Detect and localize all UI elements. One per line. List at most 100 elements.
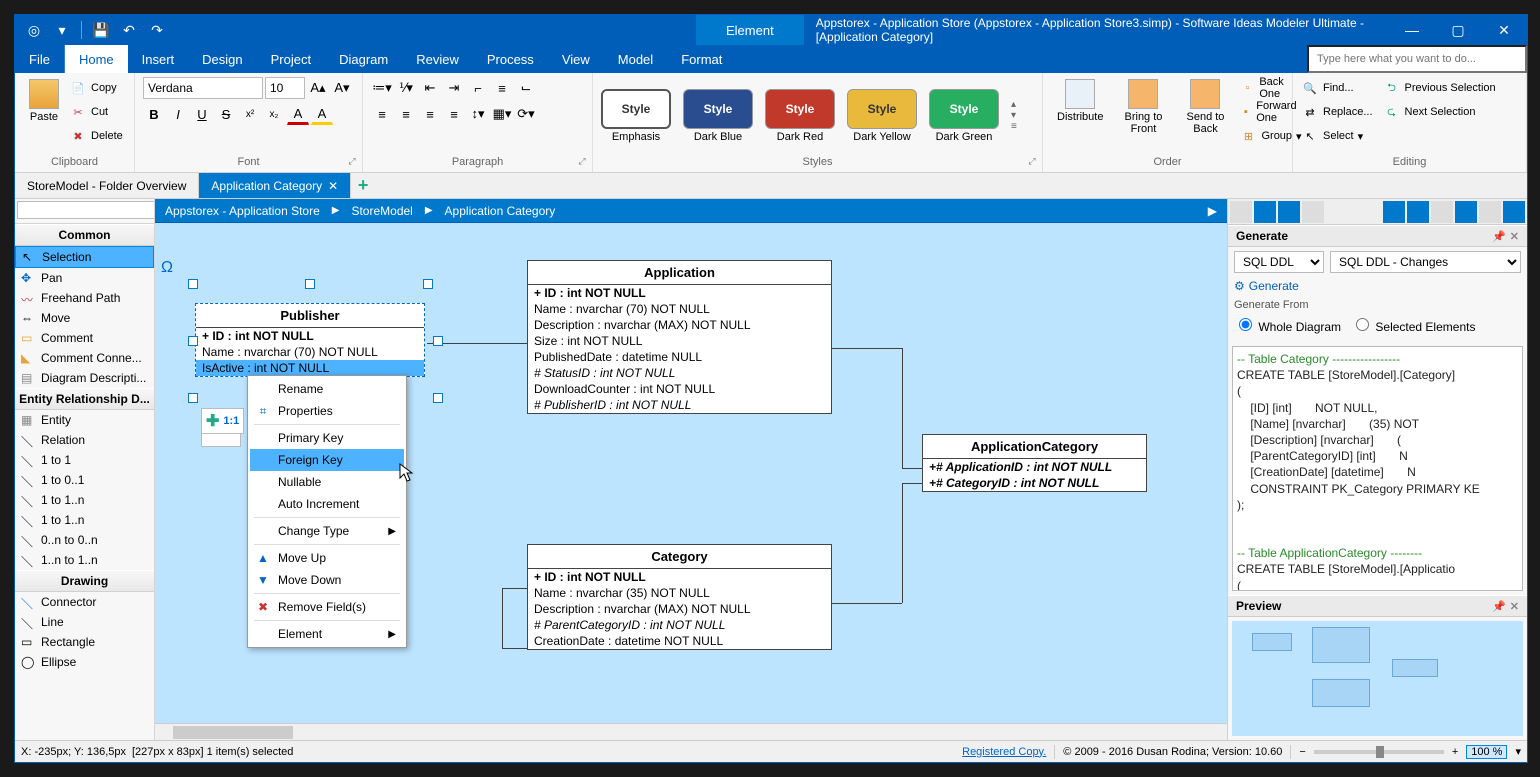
- prev-selection-button[interactable]: ⮌Previous Selection: [1383, 77, 1496, 99]
- entity-row[interactable]: + ID : int NOT NULL: [528, 285, 831, 301]
- tool-1nto1n[interactable]: ＼1..n to 1..n: [15, 550, 154, 570]
- entity-applicationcategory[interactable]: ApplicationCategory +# ApplicationID : i…: [922, 434, 1147, 492]
- ctx-primary-key[interactable]: Primary Key: [250, 427, 404, 449]
- tool-rectangle[interactable]: ▭Rectangle: [15, 632, 154, 652]
- tab-view[interactable]: View: [548, 45, 604, 73]
- indent-button[interactable]: ⇥: [443, 77, 465, 99]
- side-btn-2[interactable]: [1254, 201, 1276, 223]
- decrease-font-button[interactable]: A▾: [331, 77, 353, 99]
- text-direction-button[interactable]: ⟳▾: [515, 103, 537, 125]
- tab-process[interactable]: Process: [473, 45, 548, 73]
- style-dark-blue[interactable]: Style: [683, 89, 753, 129]
- paste-button[interactable]: Paste: [23, 77, 65, 125]
- tool-diagram-desc[interactable]: ▤Diagram Descripti...: [15, 368, 154, 388]
- tool-line[interactable]: ＼Line: [15, 612, 154, 632]
- bullets-button[interactable]: ≔▾: [371, 77, 393, 99]
- align-left-button[interactable]: ≡: [371, 103, 393, 125]
- cut-button[interactable]: ✂Cut: [69, 101, 123, 123]
- tab-design[interactable]: Design: [188, 45, 256, 73]
- tool-comment-connector[interactable]: ◣Comment Conne...: [15, 348, 154, 368]
- tab-project[interactable]: Project: [257, 45, 325, 73]
- generate-button[interactable]: ⚙Generate: [1234, 277, 1521, 295]
- line-spacing-button[interactable]: ↕▾: [467, 103, 489, 125]
- numbering-button[interactable]: ⅟▾: [395, 77, 417, 99]
- tool-selection[interactable]: ↖Selection: [15, 246, 154, 268]
- tool-connector[interactable]: ＼Connector: [15, 592, 154, 612]
- style-dark-green[interactable]: Style: [929, 89, 999, 129]
- side-btn-8[interactable]: [1455, 201, 1477, 223]
- entity-row[interactable]: + ID : int NOT NULL: [528, 569, 831, 585]
- ctx-element[interactable]: Element▶: [250, 623, 404, 645]
- subscript-button[interactable]: x₂: [263, 103, 285, 125]
- delete-button[interactable]: ✖Delete: [69, 125, 123, 147]
- bring-front-button[interactable]: Bring to Front: [1115, 77, 1171, 137]
- maximize-button[interactable]: ▢: [1435, 15, 1481, 45]
- context-tab[interactable]: Element: [696, 15, 804, 45]
- style-dark-red[interactable]: Style: [765, 89, 835, 129]
- tool-freehand[interactable]: 〰Freehand Path: [15, 288, 154, 308]
- breadcrumb-model[interactable]: StoreModel: [351, 204, 412, 218]
- entity-row[interactable]: CreationDate : datetime NOT NULL: [528, 633, 831, 649]
- breadcrumb-scroll-right-icon[interactable]: ▶: [1208, 204, 1217, 218]
- replace-button[interactable]: ⇄Replace...: [1301, 101, 1373, 123]
- close-button[interactable]: ✕: [1481, 15, 1527, 45]
- tool-1to1n-a[interactable]: ＼1 to 1..n: [15, 490, 154, 510]
- side-btn-10[interactable]: [1503, 201, 1525, 223]
- entity-row[interactable]: + ID : int NOT NULL: [196, 328, 424, 344]
- superscript-button[interactable]: x²: [239, 103, 261, 125]
- borders-button[interactable]: ▦▾: [491, 103, 513, 125]
- radio-selected-elements[interactable]: Selected Elements: [1351, 315, 1475, 334]
- side-btn-4[interactable]: [1302, 201, 1324, 223]
- side-btn-3[interactable]: [1278, 201, 1300, 223]
- ctx-move-down[interactable]: ▼Move Down: [250, 569, 404, 591]
- toolbox-search-input[interactable]: [17, 201, 155, 219]
- tool-relation[interactable]: ＼Relation: [15, 430, 154, 450]
- side-btn-1[interactable]: [1230, 201, 1252, 223]
- new-tab-button[interactable]: +: [351, 173, 375, 198]
- send-back-button[interactable]: Send to Back: [1177, 77, 1233, 137]
- underline-button[interactable]: U: [191, 103, 213, 125]
- strike-button[interactable]: S: [215, 103, 237, 125]
- entity-row[interactable]: # PublisherID : int NOT NULL: [528, 397, 831, 413]
- redo-icon[interactable]: ↷: [146, 19, 168, 41]
- entity-row[interactable]: DownloadCounter : int NOT NULL: [528, 381, 831, 397]
- distribute-button[interactable]: Distribute: [1051, 77, 1109, 125]
- entity-row[interactable]: +# ApplicationID : int NOT NULL: [923, 459, 1146, 475]
- font-size-combo[interactable]: [265, 77, 305, 99]
- side-btn-9[interactable]: [1479, 201, 1501, 223]
- tool-pan[interactable]: ✥Pan: [15, 268, 154, 288]
- ctx-nullable[interactable]: Nullable: [250, 471, 404, 493]
- pane-close-icon[interactable]: ✕: [1510, 230, 1519, 243]
- zoom-dropdown-icon[interactable]: ▾: [1515, 745, 1521, 758]
- entity-row[interactable]: # StatusID : int NOT NULL: [528, 365, 831, 381]
- align-justify-button[interactable]: ≡: [443, 103, 465, 125]
- entity-publisher[interactable]: Publisher + ID : int NOT NULL Name : nva…: [195, 303, 425, 377]
- tool-ellipse[interactable]: ◯Ellipse: [15, 652, 154, 672]
- next-selection-button[interactable]: ⮎Next Selection: [1383, 101, 1496, 123]
- entity-row[interactable]: PublishedDate : datetime NULL: [528, 349, 831, 365]
- tool-1to1n-b[interactable]: ＼1 to 1..n: [15, 510, 154, 530]
- tool-move[interactable]: ⇔Move: [15, 308, 154, 328]
- relation-chip-blank[interactable]: [201, 433, 241, 447]
- generate-mode-combo[interactable]: SQL DDL - Changes: [1330, 251, 1521, 273]
- diagram-canvas[interactable]: Publisher + ID : int NOT NULL Name : nva…: [155, 223, 1227, 723]
- tool-1to1[interactable]: ＼1 to 1: [15, 450, 154, 470]
- tool-1to01[interactable]: ＼1 to 0..1: [15, 470, 154, 490]
- qat-dropdown-icon[interactable]: ▾: [51, 19, 73, 41]
- entity-row-selected[interactable]: IsActive : int NOT NULL: [196, 360, 424, 376]
- styles-expand-icon[interactable]: ⤢: [1026, 156, 1038, 168]
- side-btn-7[interactable]: [1431, 201, 1453, 223]
- ctx-move-up[interactable]: ▲Move Up: [250, 547, 404, 569]
- registered-link[interactable]: Registered Copy.: [962, 746, 1046, 758]
- ctx-properties[interactable]: ⌗Properties: [250, 400, 404, 422]
- increase-font-button[interactable]: A▴: [307, 77, 329, 99]
- breadcrumb-root[interactable]: Appstorex - Application Store: [165, 204, 320, 218]
- entity-row[interactable]: Description : nvarchar (MAX) NOT NULL: [528, 317, 831, 333]
- ctx-auto-increment[interactable]: Auto Increment: [250, 493, 404, 515]
- save-icon[interactable]: 💾: [90, 19, 112, 41]
- side-btn-5[interactable]: [1383, 201, 1405, 223]
- font-color-button[interactable]: A: [287, 103, 309, 125]
- ctx-remove-fields[interactable]: ✖Remove Field(s): [250, 596, 404, 618]
- outdent-button[interactable]: ⇤: [419, 77, 441, 99]
- align-center-button[interactable]: ≡: [395, 103, 417, 125]
